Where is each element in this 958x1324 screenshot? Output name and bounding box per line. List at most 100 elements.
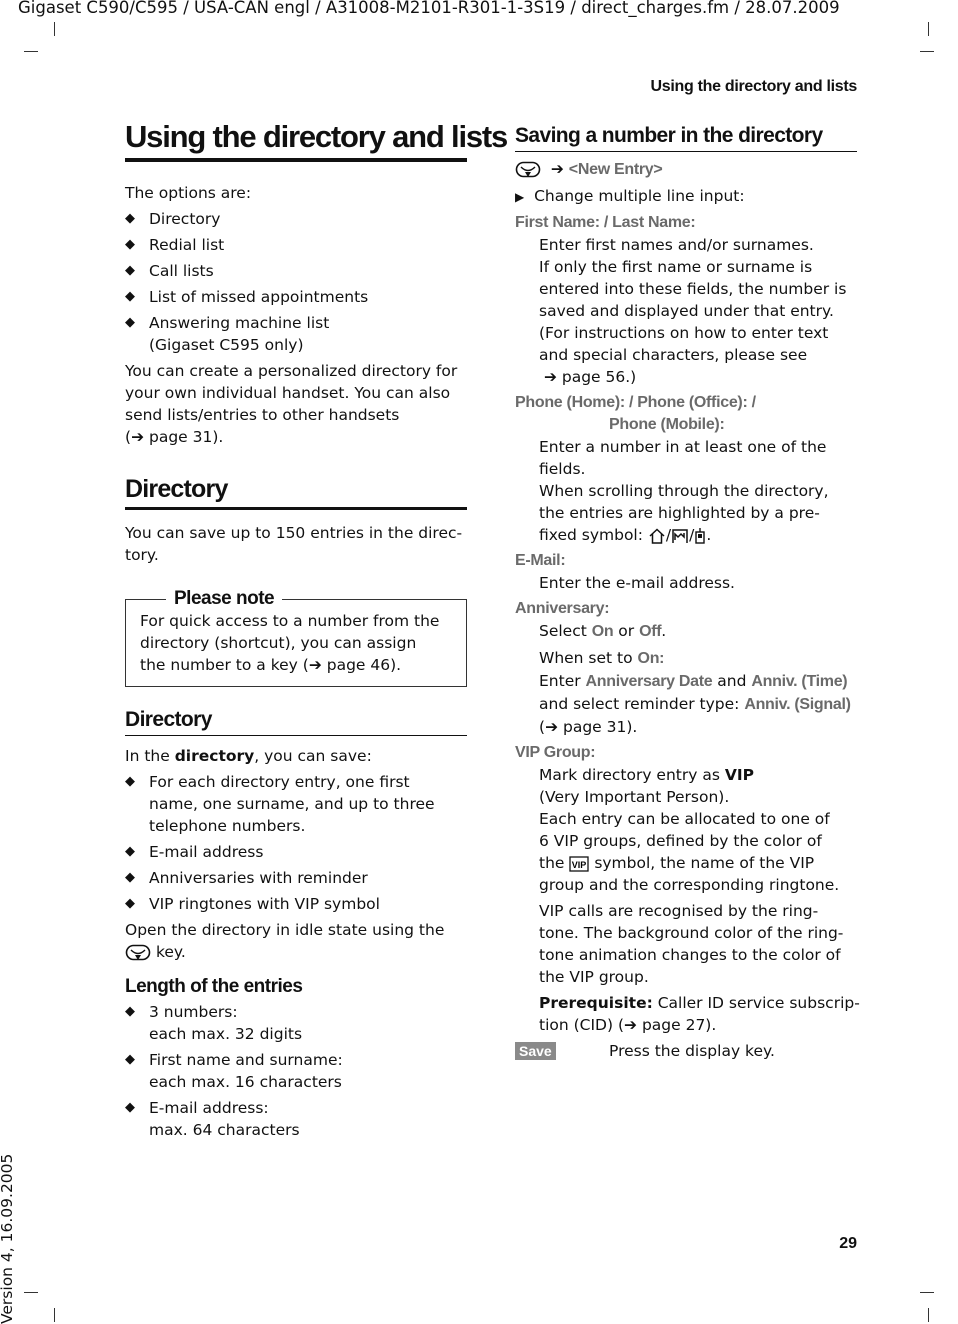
text-line: your own individual handset. You can als… bbox=[125, 384, 451, 402]
vip-icon: VIP bbox=[569, 854, 590, 872]
crop-mark bbox=[54, 22, 55, 36]
directory-subsection: Directory In the directory, you can save… bbox=[125, 707, 467, 1145]
triangle-right-icon: ▶ bbox=[515, 190, 525, 204]
prerequisite: Prerequisite: Caller ID service subscrip… bbox=[515, 992, 860, 1036]
text: key. bbox=[155, 943, 186, 961]
text: VIP bbox=[724, 766, 754, 784]
option-off: Off bbox=[639, 623, 662, 640]
arrow-right-icon: ➔ bbox=[545, 718, 563, 736]
text: When set to bbox=[539, 649, 638, 667]
text-line: E-mail address bbox=[149, 843, 264, 861]
text-line: If only the first name or surname is bbox=[539, 258, 813, 276]
bullet-icon: ◆ bbox=[125, 1004, 135, 1019]
text-line: saved and displayed under that entry. bbox=[539, 302, 834, 320]
text-line: For quick access to a number from the bbox=[140, 612, 440, 630]
text-line: max. 64 characters bbox=[149, 1121, 300, 1139]
text-line: You can create a personalized directory … bbox=[125, 362, 458, 380]
text-line: fields. bbox=[539, 460, 586, 478]
field-label-phone: Phone (Home): / Phone (Office): / bbox=[515, 394, 756, 411]
text-line: First name and surname: bbox=[149, 1051, 343, 1069]
text-line: and special characters, please see bbox=[539, 346, 808, 364]
list-item: ◆ Directory bbox=[125, 208, 467, 230]
item-text: Call lists bbox=[149, 262, 214, 280]
text: Prerequisite: bbox=[539, 994, 653, 1012]
house-icon bbox=[648, 526, 666, 544]
field-description: Enter the e-mail address. bbox=[539, 574, 735, 592]
version-label: Version 4, 16.09.2005 bbox=[0, 1153, 16, 1324]
change-step: ▶ Change multiple line input: bbox=[515, 185, 857, 208]
list-item: ◆ First name and surname: each max. 16 cha… bbox=[125, 1049, 467, 1093]
personal-directory-text: You can create a personalized directory … bbox=[125, 360, 467, 448]
field-description: When set to On: Enter Anniversary Date a… bbox=[515, 647, 857, 738]
crop-mark bbox=[928, 1308, 929, 1322]
save-step: Save Press the display key. bbox=[515, 1040, 857, 1062]
bullet-icon: ◆ bbox=[125, 1100, 135, 1115]
text: Caller ID service subscrip- bbox=[652, 994, 860, 1012]
arrow-right-icon: ➔ bbox=[543, 368, 562, 386]
field-description: Enter first names and/or surnames. If on… bbox=[515, 234, 857, 388]
crop-mark bbox=[24, 51, 38, 52]
mobile-phone-icon bbox=[694, 526, 706, 544]
arrow-right-icon: ➔ bbox=[131, 428, 149, 446]
text: , you can save: bbox=[254, 747, 372, 765]
section-heading: Directory bbox=[125, 474, 467, 510]
text-line: Enter first names and/or surnames. bbox=[539, 236, 814, 254]
text-line: 6 VIP groups, defined by the color of bbox=[539, 832, 822, 850]
document-info-line: Gigaset C590/C595 / USA-CAN engl / A3100… bbox=[18, 0, 840, 17]
length-heading: Length of the entries bbox=[125, 976, 303, 997]
text: In the bbox=[125, 747, 175, 765]
page-reference: page 31). bbox=[148, 428, 224, 446]
text-line: E-mail address: bbox=[149, 1099, 269, 1117]
text-line: VIP ringtones with VIP symbol bbox=[149, 895, 380, 913]
field-description: Select On or Off. bbox=[515, 620, 857, 643]
text: Select bbox=[539, 622, 592, 640]
text: tion (CID) ( bbox=[539, 1016, 625, 1034]
list-item: ◆ Answering machine list (Gigaset C595 onl… bbox=[125, 312, 467, 356]
crop-mark bbox=[920, 51, 934, 52]
text: Enter bbox=[539, 672, 586, 690]
text: the bbox=[539, 854, 570, 872]
text-line: Anniversaries with reminder bbox=[149, 869, 368, 887]
left-column-intro: Using the directory and lists The option… bbox=[125, 119, 508, 452]
field-description: Enter a number in at least one of the fi… bbox=[515, 436, 857, 546]
text: and select reminder type: bbox=[539, 695, 745, 713]
crop-mark bbox=[54, 1308, 55, 1322]
ui-term: Anniversary Date bbox=[585, 673, 713, 690]
field-label-name: First Name: / Last Name: bbox=[515, 214, 696, 231]
arrow-right-icon: ➔ bbox=[308, 656, 327, 674]
text-line: the entries are highlighted by a pre- bbox=[539, 504, 820, 522]
bullet-icon: ◆ bbox=[125, 263, 135, 278]
text-line: (Very Important Person). bbox=[539, 788, 730, 806]
ui-term: Anniv. (Signal) bbox=[744, 696, 851, 713]
section-heading: Saving a number in the directory bbox=[515, 123, 857, 152]
in-directory-text: In the directory, you can save: bbox=[125, 745, 467, 767]
item-text: Redial list bbox=[149, 236, 225, 254]
text-line: Open the directory in idle state using t… bbox=[125, 921, 445, 939]
factory-icon bbox=[671, 526, 689, 544]
arrow-right-icon: ➔ bbox=[550, 160, 564, 178]
bullet-icon: ◆ bbox=[125, 896, 135, 911]
list-item: ◆ Call lists bbox=[125, 260, 467, 282]
field-label-anniversary: Anniversary: bbox=[515, 600, 610, 617]
list-item: ◆ Redial list bbox=[125, 234, 467, 256]
text-line: For each directory entry, one first bbox=[149, 773, 410, 791]
text-line: the VIP group. bbox=[539, 968, 649, 986]
page-number: 29 bbox=[839, 1235, 857, 1252]
text-line: (For instructions on how to enter text bbox=[539, 324, 829, 342]
directory-key-icon bbox=[515, 160, 541, 178]
text: Change multiple line input: bbox=[534, 187, 745, 205]
directory-key-icon bbox=[125, 943, 151, 961]
text-line: send lists/entries to other handsets bbox=[125, 406, 400, 424]
text: or bbox=[613, 622, 640, 640]
document-page: Gigaset C590/C595 / USA-CAN engl / A3100… bbox=[0, 0, 958, 1324]
text: symbol, the name of the VIP bbox=[594, 854, 815, 872]
svg-text:VIP: VIP bbox=[572, 860, 587, 870]
bullet-icon: ◆ bbox=[125, 211, 135, 226]
text: Mark directory entry as bbox=[539, 766, 725, 784]
please-note-box: Please note For quick access to a number… bbox=[125, 587, 467, 687]
text-line: telephone numbers. bbox=[149, 817, 306, 835]
item-text: Directory bbox=[149, 210, 221, 228]
text-line: tone. The background color of the ring- bbox=[539, 924, 844, 942]
option-on: On bbox=[591, 623, 614, 640]
text-line: tory. bbox=[125, 546, 159, 564]
